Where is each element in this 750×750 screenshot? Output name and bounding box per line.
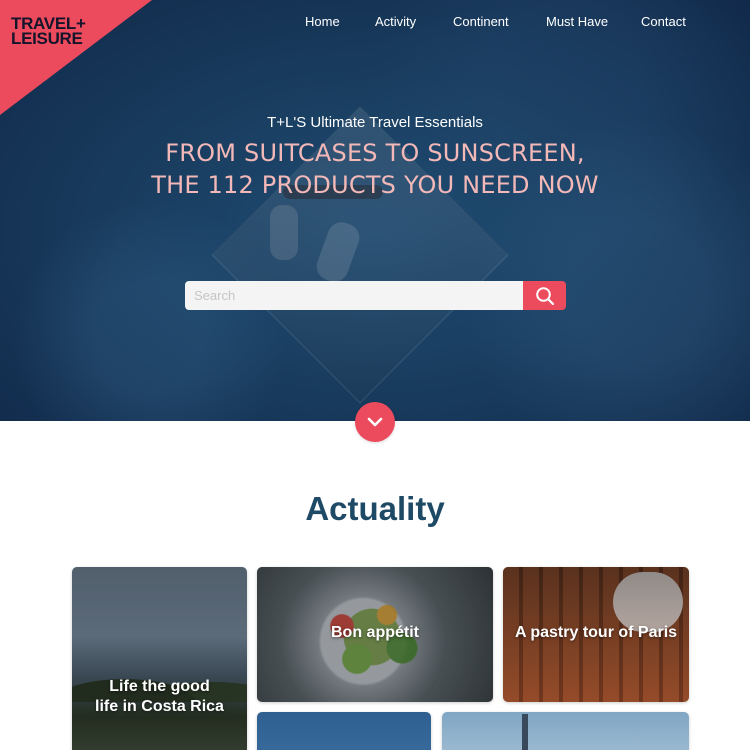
card-title-line1: Life the good [109, 678, 210, 695]
nav-item-must-have[interactable]: Must Have [546, 14, 608, 29]
search-button[interactable] [523, 281, 566, 310]
main-nav: Home Activity Continent Must Have Contac… [0, 14, 750, 34]
hero-person-image [270, 205, 298, 260]
article-card[interactable] [257, 712, 431, 750]
hero-subtitle: T+L'S Ultimate Travel Essentials [267, 114, 483, 131]
card-title: Life the good life in Costa Rica [72, 677, 247, 717]
nav-item-continent[interactable]: Continent [453, 14, 509, 29]
hero-banner: TRAVEL+ LEISURE Home Activity Continent … [0, 0, 750, 421]
card-title-line2: life in Costa Rica [95, 698, 224, 715]
search-bar [185, 281, 566, 310]
scroll-down-button[interactable] [355, 402, 395, 442]
chevron-down-icon [367, 417, 383, 427]
hero-title[interactable]: FROM SUITCASES TO SUNSCREEN, THE 112 PRO… [0, 137, 750, 201]
nav-item-activity[interactable]: Activity [375, 14, 416, 29]
section-title: Actuality [305, 490, 445, 527]
article-card-pastry-paris[interactable]: A pastry tour of Paris [503, 567, 689, 702]
card-image [522, 714, 528, 750]
article-card-costa-rica[interactable]: Life the good life in Costa Rica [72, 567, 247, 750]
search-input[interactable] [185, 281, 523, 310]
card-title: Bon appétit [331, 624, 419, 641]
hero-title-line2: THE 112 PRODUCTS YOU NEED NOW [151, 171, 599, 199]
card-title: A pastry tour of Paris [514, 624, 678, 641]
card-overlay [72, 567, 247, 750]
search-icon [535, 286, 554, 305]
hero-title-line1: FROM SUITCASES TO SUNSCREEN, [165, 139, 585, 167]
nav-item-contact[interactable]: Contact [641, 14, 686, 29]
article-card-bon-appetit[interactable]: Bon appétit [257, 567, 493, 702]
article-card[interactable] [442, 712, 689, 750]
nav-item-home[interactable]: Home [305, 14, 340, 29]
